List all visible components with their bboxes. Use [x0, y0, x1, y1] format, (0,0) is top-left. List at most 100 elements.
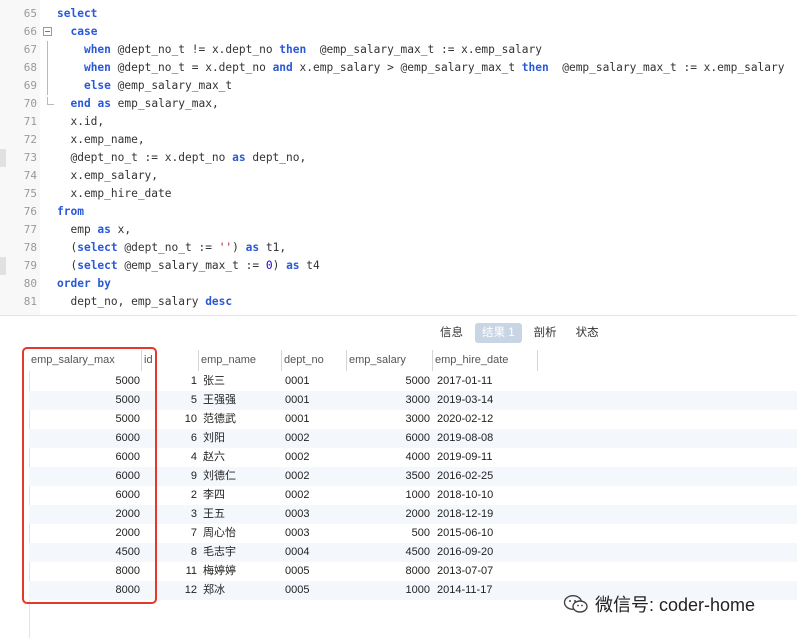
code-line[interactable]: 66 case [0, 23, 797, 41]
code-text: select [57, 7, 98, 20]
cell-dept-no[interactable]: 0002 [285, 486, 345, 505]
line-number: 81 [23, 295, 37, 308]
cell-emp-salary[interactable]: 500 [347, 524, 430, 543]
fold-end-marker [47, 97, 54, 105]
code-line[interactable]: 71 x.id, [0, 113, 797, 131]
cell-emp-hire-date[interactable]: 2019-09-11 [437, 448, 537, 467]
cell-dept-no[interactable]: 0005 [285, 562, 345, 581]
cell-emp-name[interactable]: 刘德仁 [203, 467, 283, 486]
highlight-box [22, 347, 157, 604]
code-line[interactable]: 78 (select @dept_no_t := '') as t1, [0, 239, 797, 257]
cell-emp-hire-date[interactable]: 2015-06-10 [437, 524, 537, 543]
result-tab-bar: 信息 结果 1 剖析 状态 [0, 315, 797, 351]
cell-emp-salary[interactable]: 1000 [347, 486, 430, 505]
cell-emp-salary[interactable]: 4500 [347, 543, 430, 562]
column-header-emp-hire-date[interactable]: emp_hire_date [433, 350, 538, 371]
cell-emp-hire-date[interactable]: 2013-07-07 [437, 562, 537, 581]
sql-editor[interactable]: 65 select 66 case 67 when @dept_no_t != x.d… [0, 0, 797, 315]
code-line[interactable]: 73 @dept_no_t := x.dept_no as dept_no, [0, 149, 797, 167]
cell-emp-salary[interactable]: 8000 [347, 562, 430, 581]
line-number: 75 [23, 187, 37, 200]
column-header-emp-name[interactable]: emp_name [199, 350, 282, 371]
cell-emp-name[interactable]: 范德武 [203, 410, 283, 429]
cell-emp-name[interactable]: 张三 [203, 372, 283, 391]
fold-toggle-icon[interactable] [43, 27, 52, 36]
code-line[interactable]: 80 order by [0, 275, 797, 293]
cell-emp-hire-date[interactable]: 2019-08-08 [437, 429, 537, 448]
cell-dept-no[interactable]: 0002 [285, 448, 345, 467]
cell-emp-hire-date[interactable]: 2020-02-12 [437, 410, 537, 429]
cell-emp-name[interactable]: 赵六 [203, 448, 283, 467]
cell-emp-salary[interactable]: 4000 [347, 448, 430, 467]
code-line[interactable]: 68 when @dept_no_t = x.dept_no and x.emp… [0, 59, 797, 77]
cell-emp-hire-date[interactable]: 2018-12-19 [437, 505, 537, 524]
code-line[interactable]: 67 when @dept_no_t != x.dept_no then @em… [0, 41, 797, 59]
code-line[interactable]: 69 else @emp_salary_max_t [0, 77, 797, 95]
cell-dept-no[interactable]: 0001 [285, 410, 345, 429]
line-number: 70 [23, 97, 37, 110]
code-text: end as emp_salary_max, [70, 97, 219, 110]
cell-emp-name[interactable]: 毛志宇 [203, 543, 283, 562]
cell-emp-salary[interactable]: 3000 [347, 410, 430, 429]
tab-3[interactable]: 剖析 [527, 323, 564, 343]
cell-dept-no[interactable]: 0004 [285, 543, 345, 562]
cell-emp-salary[interactable]: 6000 [347, 429, 430, 448]
code-line[interactable]: 70 end as emp_salary_max, [0, 95, 797, 113]
cell-emp-name[interactable]: 王五 [203, 505, 283, 524]
code-text: emp as x, [57, 223, 132, 236]
cell-emp-hire-date[interactable]: 2016-02-25 [437, 467, 537, 486]
column-header-dept-no[interactable]: dept_no [282, 350, 347, 371]
code-line[interactable]: 77 emp as x, [0, 221, 797, 239]
code-text: when @dept_no_t = x.dept_no and x.emp_sa… [83, 61, 785, 74]
cell-emp-name[interactable]: 王强强 [203, 391, 283, 410]
line-number: 65 [23, 7, 37, 20]
line-number: 78 [23, 241, 37, 254]
cell-emp-hire-date[interactable]: 2017-01-11 [437, 372, 537, 391]
cell-emp-salary[interactable]: 3500 [347, 467, 430, 486]
tab-4[interactable]: 状态 [569, 323, 606, 343]
code-line[interactable]: 81 dept_no, emp_salary desc [0, 293, 797, 311]
cell-emp-hire-date[interactable]: 2018-10-10 [437, 486, 537, 505]
code-text: order by [57, 277, 111, 290]
cell-emp-name[interactable]: 梅婷婷 [203, 562, 283, 581]
tab-1[interactable]: 信息 [433, 323, 470, 343]
cell-emp-name[interactable]: 郑冰 [203, 581, 283, 600]
line-number: 72 [23, 133, 37, 146]
column-header-emp-salary[interactable]: emp_salary [347, 350, 433, 371]
cell-emp-salary[interactable]: 5000 [347, 372, 430, 391]
code-line[interactable]: 75 x.emp_hire_date [0, 185, 797, 203]
cell-dept-no[interactable]: 0003 [285, 524, 345, 543]
tab-2[interactable]: 结果 1 [475, 323, 522, 343]
code-text: (select @emp_salary_max_t := 0) as t4 [57, 259, 320, 272]
cell-emp-hire-date[interactable]: 2014-11-17 [437, 581, 537, 600]
cell-emp-salary[interactable]: 2000 [347, 505, 430, 524]
code-text: when @dept_no_t != x.dept_no then @emp_s… [83, 43, 542, 56]
code-text: @dept_no_t := x.dept_no as dept_no, [57, 151, 307, 164]
fold-guide [47, 59, 48, 77]
code-text: x.emp_salary, [57, 169, 159, 182]
cell-dept-no[interactable]: 0001 [285, 372, 345, 391]
cell-emp-salary[interactable]: 3000 [347, 391, 430, 410]
code-line[interactable]: 65 select [0, 5, 797, 23]
cell-dept-no[interactable]: 0002 [285, 467, 345, 486]
line-marker [0, 257, 6, 275]
line-number: 66 [23, 25, 37, 38]
cell-emp-hire-date[interactable]: 2019-03-14 [437, 391, 537, 410]
cell-emp-name[interactable]: 刘阳 [203, 429, 283, 448]
cell-emp-hire-date[interactable]: 2016-09-20 [437, 543, 537, 562]
line-number: 80 [23, 277, 37, 290]
cell-emp-name[interactable]: 李四 [203, 486, 283, 505]
cell-dept-no[interactable]: 0002 [285, 429, 345, 448]
fold-guide [47, 77, 48, 95]
line-marker [0, 149, 6, 167]
watermark-text: 微信号: coder-home [595, 595, 756, 615]
cell-dept-no[interactable]: 0003 [285, 505, 345, 524]
code-line[interactable]: 74 x.emp_salary, [0, 167, 797, 185]
code-line[interactable]: 76 from [0, 203, 797, 221]
cell-emp-name[interactable]: 周心怡 [203, 524, 283, 543]
cell-dept-no[interactable]: 0001 [285, 391, 345, 410]
code-line[interactable]: 72 x.emp_name, [0, 131, 797, 149]
cell-dept-no[interactable]: 0005 [285, 581, 345, 600]
cell-emp-salary[interactable]: 1000 [347, 581, 430, 600]
code-line[interactable]: 79 (select @emp_salary_max_t := 0) as t4 [0, 257, 797, 275]
